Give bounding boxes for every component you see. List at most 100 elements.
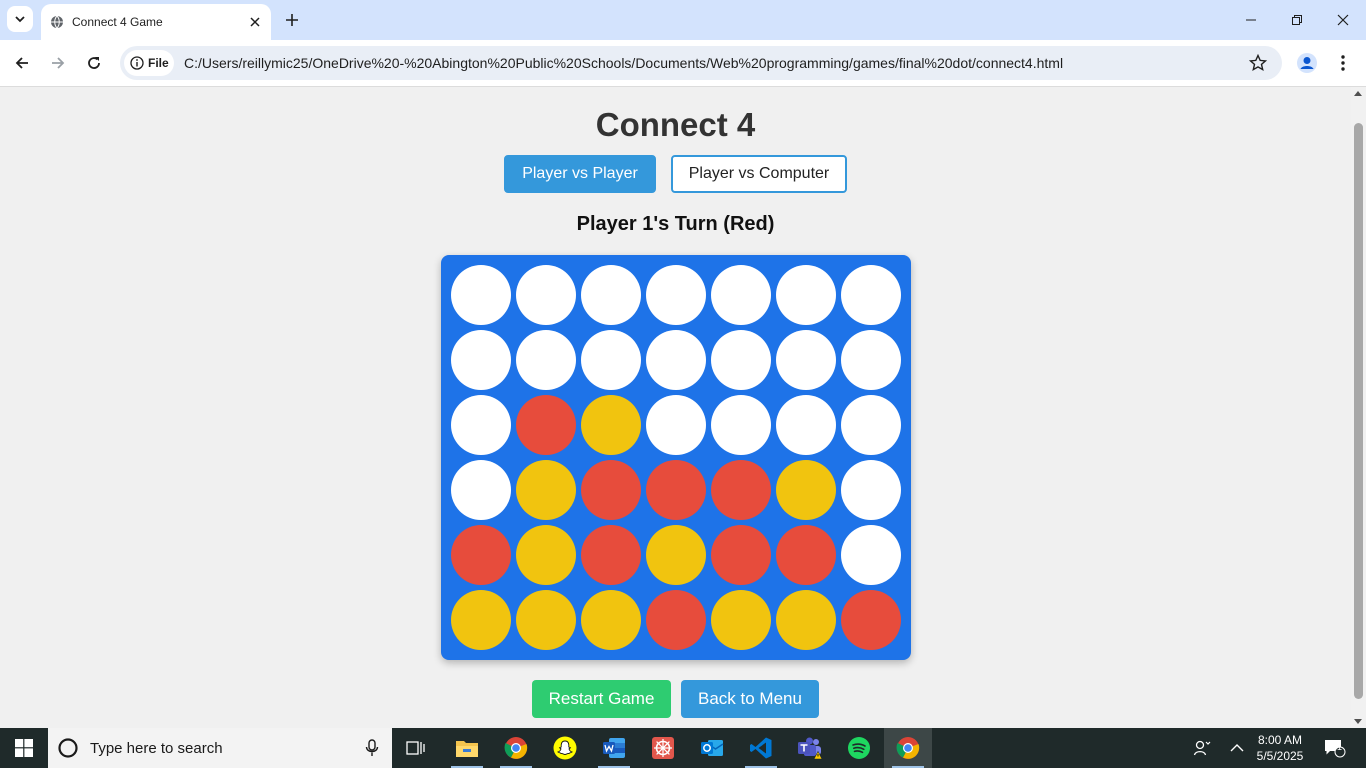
board-cell-r1-c0[interactable] (451, 330, 511, 390)
board-cell-r1-c6[interactable] (841, 330, 901, 390)
board-cell-r0-c3[interactable] (646, 265, 706, 325)
board-cell-r4-c1[interactable] (516, 525, 576, 585)
board-cell-r4-c2[interactable] (581, 525, 641, 585)
board-cell-r4-c6[interactable] (841, 525, 901, 585)
profile-button[interactable] (1295, 51, 1319, 75)
scroll-down-arrow-icon[interactable] (1354, 719, 1362, 724)
board-cell-r4-c3[interactable] (646, 525, 706, 585)
taskbar-teams[interactable] (786, 728, 834, 768)
player-vs-computer-button[interactable]: Player vs Computer (671, 155, 847, 193)
board-cell-r5-c5[interactable] (776, 590, 836, 650)
page-viewport: Connect 4 Player vs Player Player vs Com… (0, 87, 1351, 728)
board-cell-r4-c0[interactable] (451, 525, 511, 585)
board-cell-r4-c4[interactable] (711, 525, 771, 585)
reload-icon (88, 57, 100, 69)
forward-button[interactable] (43, 48, 73, 78)
taskbar-spotify[interactable] (835, 728, 883, 768)
board-cell-r1-c4[interactable] (711, 330, 771, 390)
board-cell-r0-c1[interactable] (516, 265, 576, 325)
browser-tab[interactable]: Connect 4 Game (41, 4, 271, 40)
chevron-up-icon (1230, 744, 1244, 752)
taskbar-chrome-active[interactable] (884, 728, 932, 768)
vertical-scrollbar[interactable] (1351, 87, 1366, 728)
taskbar-word[interactable] (590, 728, 638, 768)
board-cell-r5-c6[interactable] (841, 590, 901, 650)
board-cell-r3-c6[interactable] (841, 460, 901, 520)
show-hidden-icons-button[interactable] (1224, 728, 1250, 768)
board-cell-r0-c4[interactable] (711, 265, 771, 325)
clock-date: 5/5/2025 (1256, 749, 1304, 763)
taskbar-chrome[interactable] (492, 728, 540, 768)
board-cell-r5-c1[interactable] (516, 590, 576, 650)
taskbar-snapchat[interactable] (541, 728, 589, 768)
arrow-right-icon (52, 57, 65, 69)
address-bar[interactable]: File C:/Users/reillymic25/OneDrive%20-%2… (120, 46, 1282, 80)
board-cell-r1-c5[interactable] (776, 330, 836, 390)
taskbar-clock[interactable]: 8:00 AM 5/5/2025 (1250, 732, 1310, 764)
reload-button[interactable] (79, 48, 109, 78)
task-view-button[interactable] (392, 728, 440, 768)
tab-strip: Connect 4 Game (0, 0, 1366, 40)
site-info-chip[interactable]: File (124, 50, 174, 76)
board-cell-r2-c1[interactable] (516, 395, 576, 455)
board-cell-r0-c5[interactable] (776, 265, 836, 325)
board-cell-r5-c2[interactable] (581, 590, 641, 650)
notification-center-button[interactable]: 1 (1318, 728, 1352, 768)
board-cell-r2-c5[interactable] (776, 395, 836, 455)
back-to-menu-button[interactable]: Back to Menu (681, 680, 819, 718)
board-cell-r3-c4[interactable] (711, 460, 771, 520)
browser-menu-button[interactable] (1331, 51, 1355, 75)
board-cell-r3-c5[interactable] (776, 460, 836, 520)
board-cell-r3-c3[interactable] (646, 460, 706, 520)
board-cell-r0-c0[interactable] (451, 265, 511, 325)
tab-close-icon[interactable] (247, 14, 263, 30)
restore-button[interactable] (1274, 0, 1320, 40)
taskbar-outlook[interactable] (688, 728, 736, 768)
restart-game-button[interactable]: Restart Game (532, 680, 671, 718)
board-cell-r3-c1[interactable] (516, 460, 576, 520)
board-cell-r3-c2[interactable] (581, 460, 641, 520)
scroll-up-arrow-icon[interactable] (1354, 91, 1362, 96)
board-cell-r0-c2[interactable] (581, 265, 641, 325)
turn-indicator: Player 1's Turn (Red) (576, 213, 775, 235)
board-cell-r1-c2[interactable] (581, 330, 641, 390)
board-cell-r5-c3[interactable] (646, 590, 706, 650)
microphone-icon[interactable] (364, 739, 380, 757)
taskbar-vscode[interactable] (737, 728, 785, 768)
board-cell-r2-c3[interactable] (646, 395, 706, 455)
taskbar-app-red[interactable] (639, 728, 687, 768)
close-window-button[interactable] (1320, 0, 1366, 40)
board-cell-r1-c3[interactable] (646, 330, 706, 390)
back-button[interactable] (7, 48, 37, 78)
board-cell-r2-c0[interactable] (451, 395, 511, 455)
player-vs-player-button[interactable]: Player vs Player (504, 155, 656, 193)
scroll-thumb[interactable] (1354, 123, 1363, 699)
tab-title: Connect 4 Game (72, 15, 163, 29)
restore-icon (1292, 15, 1302, 25)
site-chip-label: File (148, 56, 169, 70)
people-icon (1193, 740, 1211, 756)
page-title: Connect 4 (595, 106, 756, 143)
task-view-icon (406, 741, 425, 755)
taskbar-search-box[interactable]: Type here to search (48, 728, 392, 768)
board-cell-r2-c4[interactable] (711, 395, 771, 455)
board-cell-r5-c0[interactable] (451, 590, 511, 650)
start-button[interactable] (0, 728, 48, 768)
tab-search-button[interactable] (7, 6, 33, 32)
url-text[interactable]: C:/Users/reillymic25/OneDrive%20-%20Abin… (184, 55, 1063, 71)
board-cell-r3-c0[interactable] (451, 460, 511, 520)
minimize-button[interactable] (1228, 0, 1274, 40)
notification-count: 1 (1337, 742, 1343, 752)
board-cell-r5-c4[interactable] (711, 590, 771, 650)
arrow-left-icon (15, 57, 28, 69)
new-tab-button[interactable] (280, 8, 304, 32)
word-icon (603, 738, 625, 758)
bookmark-star-button[interactable] (1248, 53, 1268, 73)
board-cell-r2-c6[interactable] (841, 395, 901, 455)
board-cell-r2-c2[interactable] (581, 395, 641, 455)
taskbar-file-explorer[interactable] (443, 728, 491, 768)
people-button[interactable] (1188, 728, 1216, 768)
board-cell-r1-c1[interactable] (516, 330, 576, 390)
board-cell-r4-c5[interactable] (776, 525, 836, 585)
board-cell-r0-c6[interactable] (841, 265, 901, 325)
